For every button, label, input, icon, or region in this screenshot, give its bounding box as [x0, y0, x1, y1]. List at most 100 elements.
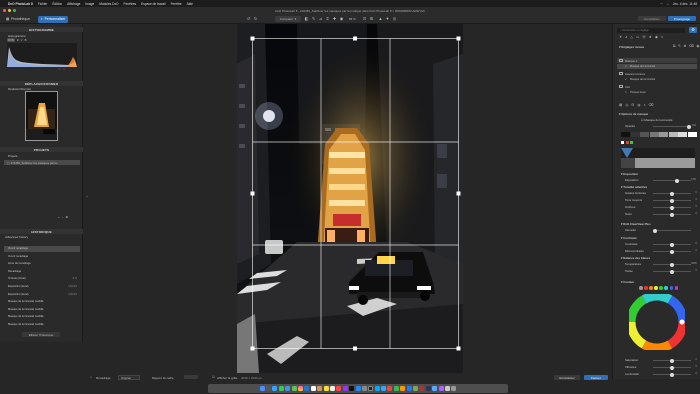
slider-knob[interactable] — [670, 242, 674, 247]
menu-item-fenetre[interactable]: Fenêtre — [171, 2, 182, 6]
color-dot[interactable] — [669, 286, 674, 290]
mail-icon[interactable] — [285, 386, 291, 391]
facetime-icon[interactable] — [304, 386, 310, 391]
history-item[interactable]: Masque de luminosité modifié — [4, 322, 80, 328]
project-item[interactable]: ▢ 174481_Sublimer les masques par la... — [4, 160, 80, 165]
history-item[interactable]: Exposition (local) 0,50 EV — [4, 284, 80, 290]
downloads-icon[interactable] — [444, 386, 450, 391]
geometry-icon[interactable]: ▭ — [636, 35, 639, 40]
minimize-window-button[interactable] — [8, 9, 11, 12]
slider-track[interactable] — [653, 242, 691, 247]
finder-icon[interactable] — [259, 386, 265, 391]
maps-icon[interactable] — [291, 386, 297, 391]
app-icon[interactable] — [419, 386, 425, 391]
swatch-red[interactable] — [625, 141, 629, 144]
photo[interactable] — [237, 24, 463, 373]
luminosity-curve[interactable] — [621, 148, 695, 168]
slider-value[interactable]: 0 — [696, 198, 697, 201]
launchpad-icon[interactable] — [266, 386, 272, 391]
slider-track[interactable] — [653, 249, 691, 254]
slider-value[interactable]: 5800 — [691, 262, 697, 265]
mask-row-1[interactable]: Masque 1 — [617, 58, 697, 63]
slider-knob[interactable] — [670, 198, 674, 203]
menu-item-modules[interactable]: Modules DxO — [99, 2, 118, 6]
color-header[interactable]: ▾ Couleur — [621, 280, 634, 284]
slider-track[interactable] — [653, 269, 691, 274]
mask-checkbox[interactable] — [619, 84, 623, 88]
navigator-thumbnail[interactable] — [25, 91, 58, 141]
crop-done-button[interactable]: Fermer — [584, 375, 608, 380]
settings-icon[interactable]: ⚙ — [66, 215, 69, 219]
hue-handle[interactable] — [679, 319, 685, 325]
app-menu[interactable]: DxO PhotoLab 8 — [8, 2, 33, 6]
photos-icon[interactable] — [297, 386, 303, 391]
section-histogram-header[interactable]: HISTOGRAMME — [0, 27, 83, 32]
history-item[interactable]: Masque de luminosité modifié — [4, 307, 80, 313]
clearview-slider[interactable] — [653, 228, 691, 233]
grid-checkbox[interactable]: ☑ — [212, 375, 215, 379]
mask-checkbox[interactable] — [619, 58, 623, 62]
advanced-history-label[interactable]: Advanced history — [5, 235, 28, 239]
pages-icon[interactable] — [400, 386, 406, 391]
history-item[interactable]: Zone de recadrage — [4, 261, 80, 267]
music-icon[interactable] — [336, 386, 342, 391]
add-icon[interactable]: + — [58, 215, 60, 219]
white-balance-picker-icon[interactable]: ✎ — [311, 16, 316, 21]
menu-item-workspace[interactable]: Espace de travail — [141, 2, 165, 6]
slider-value[interactable]: 0 — [696, 269, 697, 272]
menu-item-aide[interactable]: Aide — [187, 2, 193, 6]
slider-value[interactable]: 0 — [696, 212, 697, 215]
auto-mask-icon[interactable]: ◍ — [637, 103, 640, 107]
settings-icon[interactable]: ⚙ — [689, 27, 697, 33]
ratio-toggle[interactable] — [184, 375, 198, 379]
brush-icon[interactable]: ✎ — [678, 44, 681, 48]
rotate-left-icon[interactable]: ↺ — [246, 16, 251, 21]
tv-icon[interactable] — [349, 386, 355, 391]
slider-value[interactable]: 0 — [696, 358, 697, 361]
zoom-level[interactable]: 86 % — [349, 17, 356, 21]
wifi-icon[interactable]: ◠ — [660, 2, 663, 6]
app-icon[interactable] — [432, 386, 438, 391]
exposure-slider[interactable] — [653, 178, 691, 183]
app-icon[interactable] — [438, 386, 444, 391]
color-wheel[interactable] — [629, 294, 685, 350]
slider-value[interactable]: 0 — [696, 372, 697, 375]
crop-reset-button[interactable]: Réinitialiser — [554, 375, 580, 380]
appstore-icon[interactable] — [355, 386, 361, 391]
settings-icon[interactable] — [361, 386, 367, 391]
channel-g[interactable]: V — [21, 38, 23, 42]
exposure-knob[interactable] — [675, 178, 679, 183]
section-move-zoom-header[interactable]: DÉPLACER/ZOOMER — [0, 81, 83, 86]
remove-icon[interactable]: − — [62, 215, 64, 219]
slider-value[interactable]: 0 — [696, 205, 697, 208]
slider-track[interactable] — [653, 262, 691, 267]
zoom-window-button[interactable] — [13, 9, 16, 12]
tonality-header[interactable]: ▾ Tonalité sélective — [621, 185, 647, 189]
zoom-fit-icon[interactable]: ⊡ — [362, 16, 367, 21]
reminders-icon[interactable] — [329, 386, 335, 391]
local-adjust-header[interactable]: ▾ Réglages locaux — [619, 45, 644, 49]
mask-row-2[interactable]: Hautes lumières — [617, 71, 697, 76]
color-dot[interactable] — [659, 286, 663, 290]
color-dot[interactable] — [644, 286, 648, 290]
color-dot[interactable] — [649, 286, 653, 290]
tab-customize[interactable]: ◐ Personnaliser — [38, 15, 69, 23]
history-item[interactable]: Exposition (local) 0,00 EV — [4, 292, 80, 298]
acrobat-icon[interactable] — [387, 386, 393, 391]
slider-knob[interactable] — [670, 212, 674, 217]
slider-knob[interactable] — [670, 205, 674, 210]
split-view-icon[interactable]: ◧ — [304, 16, 309, 21]
favorites-icon[interactable]: ★ — [649, 35, 652, 40]
keynote-icon[interactable] — [406, 386, 412, 391]
control-line-icon[interactable]: ⊟ — [631, 103, 634, 107]
slider-track[interactable] — [653, 191, 691, 196]
wb-header[interactable]: ▾ Balance des blancs — [621, 256, 650, 260]
swatch-green[interactable] — [630, 141, 633, 144]
local-icon[interactable]: ◉ — [655, 35, 658, 40]
safari-icon[interactable] — [272, 386, 278, 391]
color-dot[interactable] — [674, 286, 679, 290]
slider-knob[interactable] — [670, 191, 674, 196]
calendar-icon[interactable] — [310, 386, 316, 391]
underexposure-warning-icon[interactable]: ▼ — [385, 16, 390, 21]
menu-item-fenetres[interactable]: Fenêtres — [124, 2, 137, 6]
